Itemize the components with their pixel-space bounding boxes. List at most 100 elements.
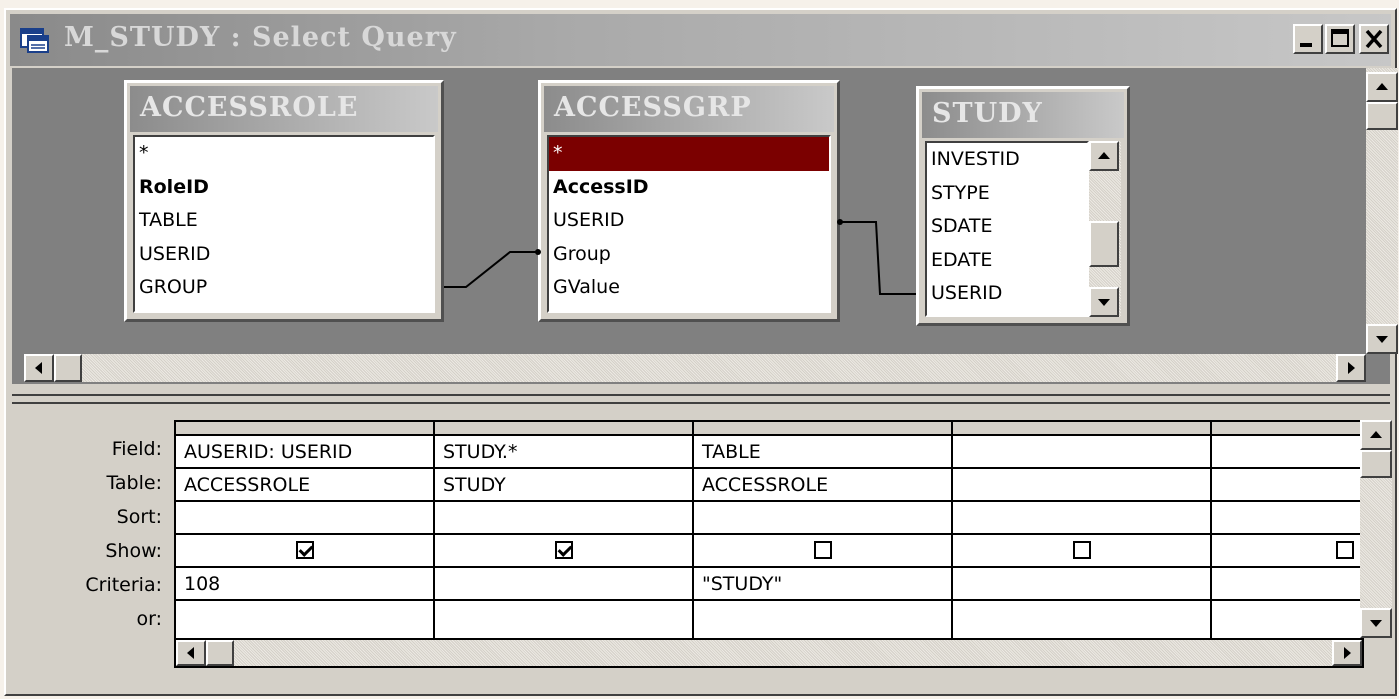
field-item-gvalue[interactable]: GValue <box>549 271 829 305</box>
pane-horizontal-scrollbar[interactable] <box>24 354 1366 382</box>
query-window-icon <box>20 28 49 53</box>
scroll-right-icon <box>1344 647 1351 659</box>
grid-vertical-scrollbar[interactable] <box>1360 420 1392 638</box>
field-list-title[interactable]: ACCESSROLE <box>130 86 438 132</box>
row-label-table: Table: <box>106 472 162 494</box>
row-label-show: Show: <box>105 540 162 562</box>
close-icon <box>1365 29 1383 49</box>
scroll-thumb[interactable] <box>1360 450 1392 478</box>
scroll-thumb[interactable] <box>54 354 82 382</box>
scroll-up-button[interactable] <box>1089 141 1119 171</box>
minimize-button[interactable] <box>1293 24 1323 54</box>
scroll-down-icon <box>1376 336 1388 343</box>
field-item-sdate[interactable]: SDATE <box>927 210 1087 244</box>
sort-cell[interactable] <box>694 502 951 535</box>
or-cell[interactable] <box>435 601 692 634</box>
field-item-roleid[interactable]: RoleID <box>135 171 433 205</box>
field-list-study[interactable]: STUDY INVESTID STYPE SDATE EDATE USERID <box>916 86 1130 326</box>
field-item-accessid[interactable]: AccessID <box>549 171 829 205</box>
design-grid[interactable]: AUSERID: USERID ACCESSROLE 108 STUDY.* S… <box>174 420 1364 642</box>
scroll-up-icon <box>1370 431 1382 438</box>
criteria-cell[interactable] <box>435 568 692 601</box>
show-cell <box>1212 535 1362 568</box>
grid-horizontal-scrollbar[interactable] <box>174 638 1364 668</box>
table-cell[interactable]: ACCESSROLE <box>694 469 951 502</box>
field-item-investid[interactable]: INVESTID <box>927 143 1087 177</box>
column-selector[interactable] <box>953 422 1210 436</box>
or-cell[interactable] <box>176 601 433 634</box>
table-cell[interactable]: STUDY <box>435 469 692 502</box>
field-item-edate[interactable]: EDATE <box>927 244 1087 278</box>
or-cell[interactable] <box>694 601 951 634</box>
scroll-thumb[interactable] <box>206 640 234 666</box>
scroll-down-button[interactable] <box>1089 287 1119 317</box>
maximize-button[interactable] <box>1325 24 1355 54</box>
query-window: M_STUDY : Select Query ACCESSROLE * Role… <box>4 8 1398 696</box>
field-item-table[interactable]: TABLE <box>135 204 433 238</box>
field-list-accessrole[interactable]: ACCESSROLE * RoleID TABLE USERID GROUP <box>124 80 444 322</box>
scroll-up-button[interactable] <box>1360 420 1392 450</box>
field-item-userid[interactable]: USERID <box>927 277 1087 311</box>
scroll-up-icon <box>1376 83 1388 90</box>
field-cell[interactable] <box>1212 436 1362 469</box>
minimize-icon <box>1300 43 1312 47</box>
column-selector[interactable] <box>176 422 433 436</box>
scroll-left-button[interactable] <box>176 640 206 666</box>
scroll-right-button[interactable] <box>1332 640 1362 666</box>
criteria-cell[interactable] <box>953 568 1210 601</box>
or-cell[interactable] <box>953 601 1210 634</box>
sort-cell[interactable] <box>176 502 433 535</box>
field-item-group[interactable]: Group <box>549 238 829 272</box>
field-list-body: * AccessID USERID Group GValue <box>547 135 831 313</box>
table-pane[interactable]: ACCESSROLE * RoleID TABLE USERID GROUP A… <box>12 68 1398 384</box>
close-button[interactable] <box>1359 24 1389 54</box>
title-bar[interactable]: M_STUDY : Select Query <box>10 14 1391 66</box>
field-list-scrollbar[interactable] <box>1089 141 1121 317</box>
pane-vertical-scrollbar[interactable] <box>1366 68 1398 354</box>
table-cell[interactable] <box>953 469 1210 502</box>
field-list-accessgrp[interactable]: ACCESSGRP * AccessID USERID Group GValue <box>538 80 840 322</box>
scroll-right-button[interactable] <box>1336 354 1366 382</box>
show-checkbox[interactable] <box>295 541 314 559</box>
scroll-up-button[interactable] <box>1366 72 1398 102</box>
sort-cell[interactable] <box>435 502 692 535</box>
field-cell[interactable]: TABLE <box>694 436 951 469</box>
window-title: M_STUDY : Select Query <box>64 22 457 53</box>
field-list-body: INVESTID STYPE SDATE EDATE USERID <box>925 141 1089 317</box>
scroll-down-button[interactable] <box>1360 608 1392 638</box>
show-checkbox[interactable] <box>554 541 573 559</box>
criteria-cell[interactable]: 108 <box>176 568 433 601</box>
field-item-star[interactable]: * <box>549 137 829 171</box>
field-item-userid[interactable]: USERID <box>549 204 829 238</box>
scroll-thumb[interactable] <box>1089 221 1119 267</box>
show-checkbox[interactable] <box>1072 541 1091 559</box>
grid-row-labels: Field: Table: Sort: Show: Criteria: or: <box>36 432 162 636</box>
sort-cell[interactable] <box>953 502 1210 535</box>
scroll-left-button[interactable] <box>24 354 54 382</box>
table-cell[interactable] <box>1212 469 1362 502</box>
field-item-userid[interactable]: USERID <box>135 238 433 272</box>
pane-splitter[interactable] <box>12 394 1390 404</box>
field-item-stype[interactable]: STYPE <box>927 177 1087 211</box>
field-list-title[interactable]: ACCESSGRP <box>544 86 834 132</box>
criteria-cell[interactable] <box>1212 568 1362 601</box>
table-cell[interactable]: ACCESSROLE <box>176 469 433 502</box>
field-item-group[interactable]: GROUP <box>135 271 433 305</box>
field-list-title[interactable]: STUDY <box>922 92 1124 138</box>
field-cell[interactable]: AUSERID: USERID <box>176 436 433 469</box>
show-checkbox[interactable] <box>813 541 832 559</box>
sort-cell[interactable] <box>1212 502 1362 535</box>
or-cell[interactable] <box>1212 601 1362 634</box>
show-checkbox[interactable] <box>1336 541 1354 559</box>
row-label-criteria: Criteria: <box>85 574 162 596</box>
field-cell[interactable] <box>953 436 1210 469</box>
scroll-thumb[interactable] <box>1366 102 1398 130</box>
field-cell[interactable]: STUDY.* <box>435 436 692 469</box>
column-selector[interactable] <box>435 422 692 436</box>
field-item-star[interactable]: * <box>135 137 433 171</box>
criteria-cell[interactable]: "STUDY" <box>694 568 951 601</box>
column-selector[interactable] <box>694 422 951 436</box>
column-selector[interactable] <box>1212 422 1362 436</box>
field-list-body: * RoleID TABLE USERID GROUP <box>133 135 435 313</box>
scroll-down-button[interactable] <box>1366 324 1398 354</box>
